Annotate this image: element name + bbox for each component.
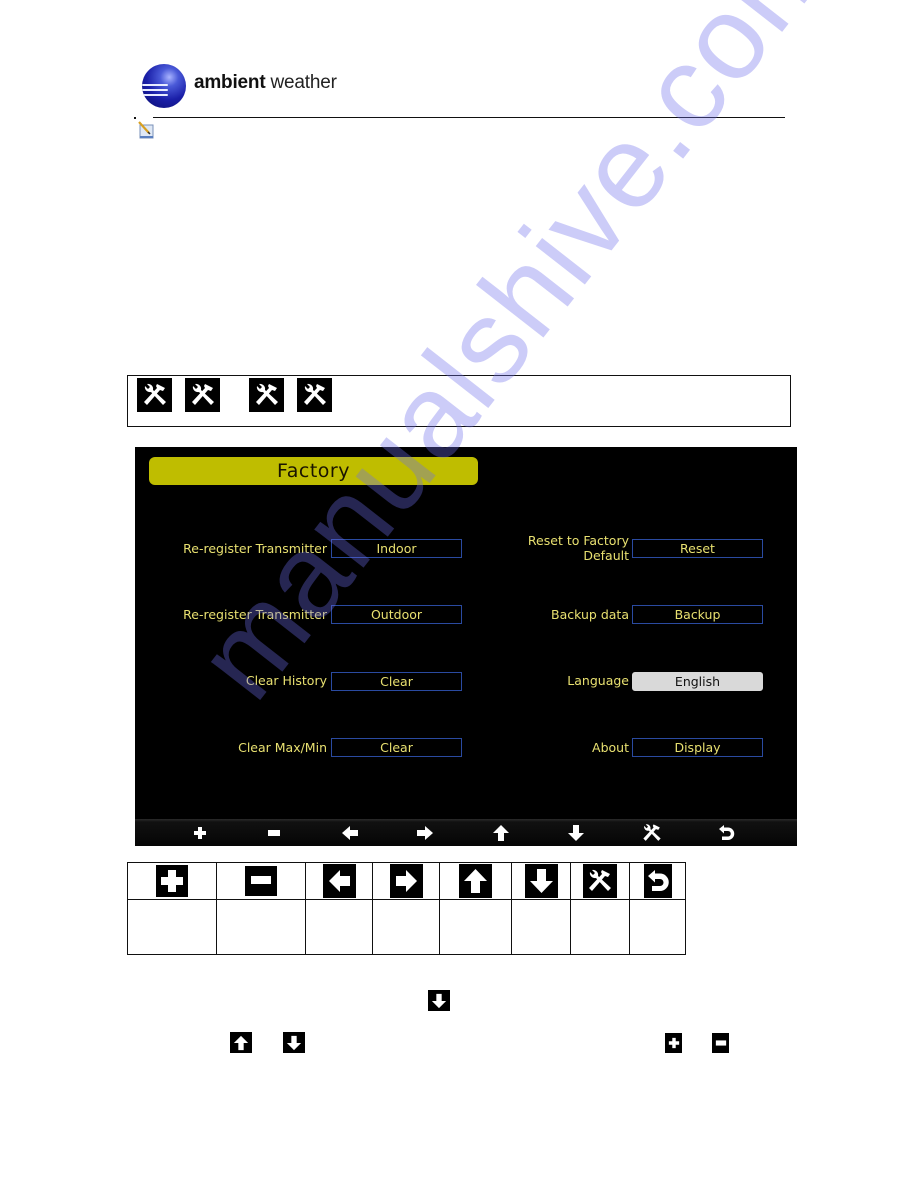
tools-icon: [583, 864, 617, 898]
key-cell: [629, 862, 686, 900]
minus-icon: [712, 1033, 729, 1053]
arrow-up-icon: [230, 1032, 252, 1053]
plus-icon[interactable]: [189, 823, 211, 843]
clear-history-button[interactable]: Clear: [331, 672, 462, 691]
brand-bold: ambient: [194, 72, 266, 93]
setting-label: Reset to Factory Default: [528, 533, 629, 563]
minus-icon: [245, 866, 277, 896]
key-desc: [439, 899, 512, 955]
key-cell: [570, 862, 630, 900]
key-cell: [216, 862, 306, 900]
brand-light: weather: [265, 72, 337, 93]
setting-label: Re-register Transmitter: [183, 607, 327, 622]
key-desc: [372, 899, 440, 955]
minus-icon[interactable]: [263, 823, 285, 843]
tools-icon: [297, 378, 332, 412]
arrow-up-icon: [459, 864, 492, 898]
plus-icon: [156, 865, 188, 897]
tools-icon[interactable]: [641, 823, 663, 843]
setting-label: Re-register Transmitter: [183, 541, 327, 556]
screen-title: Factory: [149, 457, 478, 485]
key-table: [127, 862, 686, 955]
key-cell: [372, 862, 440, 900]
arrow-down-icon: [428, 990, 450, 1011]
setting-label: Backup data: [551, 607, 629, 622]
key-desc: [127, 899, 217, 955]
setting-label: Language: [567, 673, 629, 688]
tools-icon: [249, 378, 284, 412]
reregister-outdoor-button[interactable]: Outdoor: [331, 605, 462, 624]
tools-icon: [137, 378, 172, 412]
setting-label: Clear Max/Min: [238, 740, 327, 755]
arrow-left-icon: [322, 864, 356, 898]
arrow-up-icon[interactable]: [490, 823, 512, 843]
key-desc: [216, 899, 306, 955]
ambient-weather-logo: [142, 64, 186, 108]
setting-label: About: [592, 740, 629, 755]
nav-bar: [135, 819, 797, 846]
key-desc: [629, 899, 686, 955]
arrow-down-icon[interactable]: [565, 823, 587, 843]
key-cell: [305, 862, 373, 900]
key-desc: [570, 899, 630, 955]
header-dot: [134, 117, 136, 119]
key-desc: [305, 899, 373, 955]
key-desc: [511, 899, 571, 955]
about-display-button[interactable]: Display: [632, 738, 763, 757]
key-desc-row: [127, 899, 686, 955]
label-line: Reset to Factory: [527, 533, 629, 548]
reset-factory-button[interactable]: Reset: [632, 539, 763, 558]
backup-button[interactable]: Backup: [632, 605, 763, 624]
return-icon[interactable]: [715, 823, 737, 843]
key-icon-row: [127, 862, 686, 900]
key-cell: [127, 862, 217, 900]
brand-name: ambient weather: [194, 72, 337, 94]
key-cell: [511, 862, 571, 900]
label-line: Default: [583, 548, 629, 563]
reregister-indoor-button[interactable]: Indoor: [331, 539, 462, 558]
plus-icon: [665, 1033, 682, 1053]
tools-icon-box: [127, 375, 791, 427]
key-cell: [439, 862, 512, 900]
return-icon: [643, 864, 672, 898]
clear-maxmin-button[interactable]: Clear: [331, 738, 462, 757]
note-pencil-icon: [137, 121, 155, 139]
language-select[interactable]: English: [632, 672, 763, 691]
arrow-left-icon[interactable]: [339, 823, 361, 843]
arrow-down-icon: [524, 864, 558, 898]
header-rule: [153, 117, 785, 118]
arrow-right-icon[interactable]: [414, 823, 436, 843]
factory-screen: Factory Re-register Transmitter Indoor R…: [135, 447, 797, 846]
arrow-right-icon: [389, 864, 423, 898]
tools-icon: [185, 378, 220, 412]
arrow-down-icon: [283, 1032, 305, 1053]
setting-label: Clear History: [245, 673, 327, 688]
